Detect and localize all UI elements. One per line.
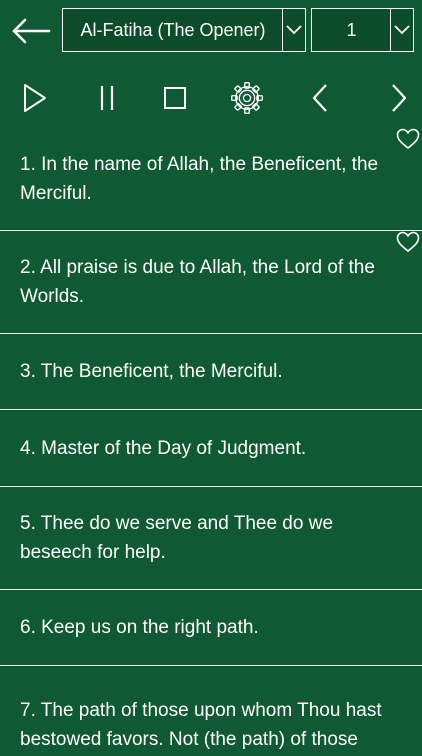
settings-gear-icon <box>231 82 263 114</box>
verse-item[interactable]: 6. Keep us on the right path. <box>0 590 422 666</box>
next-icon <box>392 84 407 112</box>
heart-icon[interactable] <box>396 231 420 253</box>
verse-list: 1. In the name of Allah, the Beneficent,… <box>0 128 422 756</box>
heart-icon[interactable] <box>396 128 420 150</box>
pause-button[interactable] <box>89 80 125 116</box>
verse-item[interactable]: 4. Master of the Day of Judgment. <box>0 410 422 487</box>
verse-dropdown-button[interactable] <box>390 9 413 51</box>
stop-icon <box>164 87 186 109</box>
verse-text: 3. The Beneficent, the Merciful. <box>20 361 283 382</box>
play-button[interactable] <box>17 80 53 116</box>
chevron-down-icon <box>394 25 410 35</box>
verse-select-value: 1 <box>346 19 357 40</box>
next-button[interactable] <box>381 80 417 116</box>
surah-select-value: Al-Fatiha (The Opener) <box>80 19 266 40</box>
verse-text: 2. All praise is due to Allah, the Lord … <box>20 257 375 307</box>
playback-controls <box>0 72 422 122</box>
verse-text: 1. In the name of Allah, the Beneficent,… <box>20 154 379 204</box>
verse-text: 5. Thee do we serve and Thee do we besee… <box>20 513 334 563</box>
surah-dropdown-button[interactable] <box>282 9 305 51</box>
verse-item[interactable]: 1. In the name of Allah, the Beneficent,… <box>0 128 422 231</box>
previous-icon <box>312 84 327 112</box>
pause-icon <box>100 86 114 110</box>
stop-button[interactable] <box>157 80 193 116</box>
verse-text: 7. The path of those upon whom Thou hast… <box>20 700 382 750</box>
verse-item[interactable]: 7. The path of those upon whom Thou hast… <box>0 666 422 756</box>
previous-button[interactable] <box>302 80 338 116</box>
verse-text: 4. Master of the Day of Judgment. <box>20 437 307 459</box>
verse-item[interactable]: 3. The Beneficent, the Merciful. <box>0 334 422 410</box>
verse-select[interactable]: 1 <box>311 8 414 52</box>
verse-item[interactable]: 2. All praise is due to Allah, the Lord … <box>0 231 422 334</box>
settings-button[interactable] <box>229 80 265 116</box>
surah-select[interactable]: Al-Fatiha (The Opener) <box>62 8 306 52</box>
play-icon <box>24 84 46 112</box>
back-arrow-icon <box>12 18 51 44</box>
verse-item[interactable]: 5. Thee do we serve and Thee do we besee… <box>0 487 422 590</box>
back-button[interactable] <box>8 12 52 50</box>
chevron-down-icon <box>286 25 302 35</box>
top-bar: Al-Fatiha (The Opener) 1 <box>0 0 422 62</box>
verse-text: 6. Keep us on the right path. <box>20 617 259 638</box>
